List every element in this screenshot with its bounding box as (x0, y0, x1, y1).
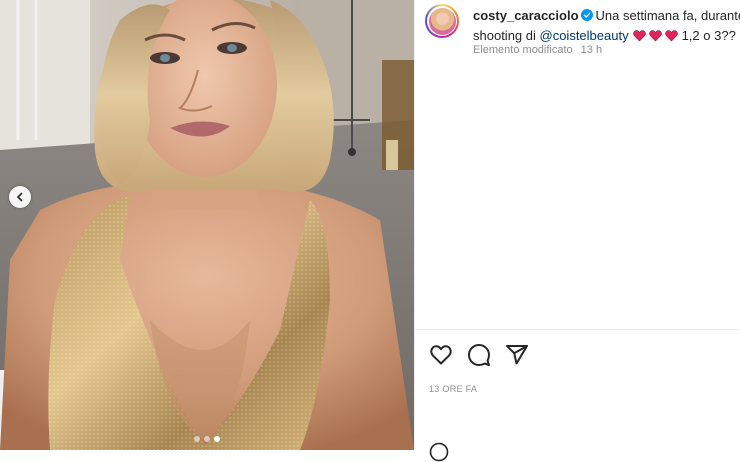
caption: costy_caracciolo Una settimana fa, durant… (473, 6, 740, 46)
edited-label: Elemento modificato (473, 44, 573, 56)
avatar[interactable] (425, 4, 459, 38)
time-ago[interactable]: 13 h (581, 44, 602, 56)
post-media[interactable] (0, 0, 414, 450)
avatar-image (428, 7, 456, 35)
caption-row: costy_caracciolo Una settimana fa, durant… (425, 4, 740, 46)
carousel-dot-active (214, 436, 220, 442)
action-bar (429, 343, 529, 367)
red-heart-emoji-icon (648, 30, 662, 42)
caption-suffix: 1,2 o 3?? (681, 28, 736, 43)
username-link[interactable]: costy_caracciolo (473, 8, 579, 23)
carousel-indicator (194, 436, 220, 442)
post-timestamp[interactable]: 13 ORE FA (429, 384, 477, 394)
caption-text-line1: Una settimana fa, durante (595, 8, 740, 23)
carousel-dot (194, 436, 200, 442)
chevron-left-icon (16, 192, 23, 202)
caption-text-line2: shooting di (473, 28, 540, 43)
carousel-prev-button[interactable] (9, 186, 31, 208)
caption-meta: Elemento modificato 13 h (473, 44, 602, 56)
mention-link[interactable]: @coistelbeauty (540, 28, 629, 43)
post-side-panel: costy_caracciolo Una settimana fa, durant… (414, 0, 740, 462)
carousel-dot (204, 436, 210, 442)
comment-icon[interactable] (467, 343, 491, 367)
heart-emojis (632, 30, 678, 42)
divider (415, 329, 740, 330)
red-heart-emoji-icon (632, 30, 646, 42)
red-heart-emoji-icon (664, 30, 678, 42)
emoji-icon[interactable] (429, 442, 449, 462)
post-photo (0, 0, 414, 450)
share-icon[interactable] (505, 343, 529, 367)
heart-icon[interactable] (429, 343, 453, 367)
verified-badge-icon (580, 9, 593, 21)
